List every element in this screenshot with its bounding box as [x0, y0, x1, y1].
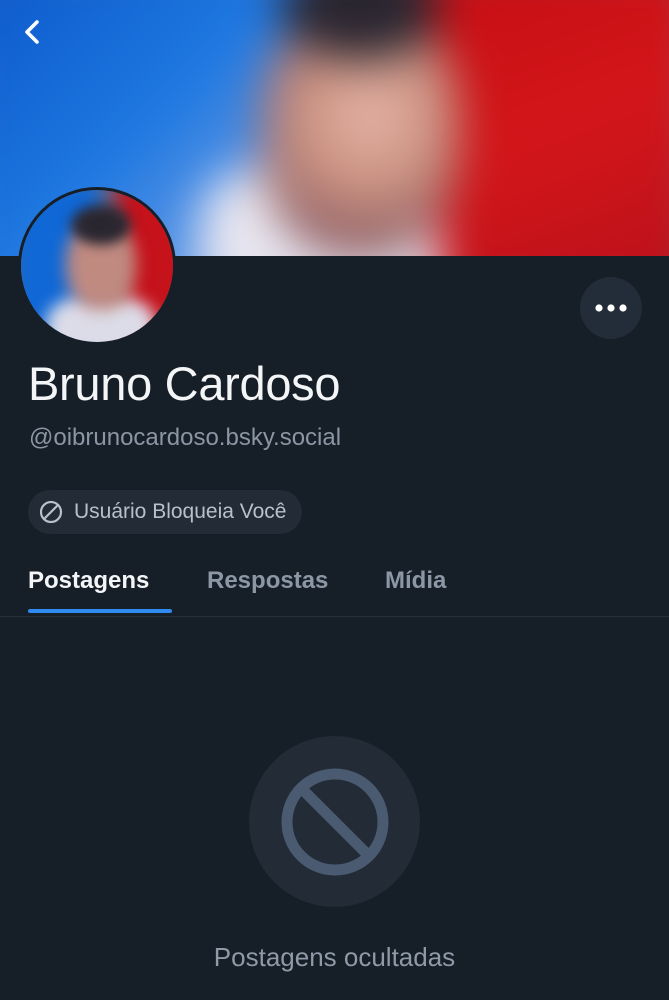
block-status-label: Usuário Bloqueia Você	[74, 500, 287, 523]
block-status-badge: Usuário Bloqueia Você	[28, 490, 303, 534]
tab-media[interactable]: Mídia	[385, 548, 446, 614]
empty-state-icon-container	[249, 736, 420, 907]
profile-handle: @oibrunocardoso.bsky.social	[29, 424, 342, 451]
display-name: Bruno Cardoso	[28, 357, 341, 410]
avatar[interactable]	[18, 187, 176, 345]
blocked-icon	[281, 768, 388, 875]
tab-replies[interactable]: Respostas	[207, 548, 328, 614]
more-options-button[interactable]	[580, 277, 642, 339]
tab-posts[interactable]: Postagens	[28, 548, 149, 614]
active-tab-indicator	[28, 609, 172, 613]
back-button[interactable]	[14, 14, 50, 50]
ellipsis-icon	[595, 304, 627, 312]
profile-tabs: Postagens Respostas Mídia	[0, 548, 669, 617]
block-icon	[39, 500, 63, 524]
chevron-left-icon	[25, 20, 39, 44]
empty-state-message: Postagens ocultadas	[213, 942, 456, 972]
